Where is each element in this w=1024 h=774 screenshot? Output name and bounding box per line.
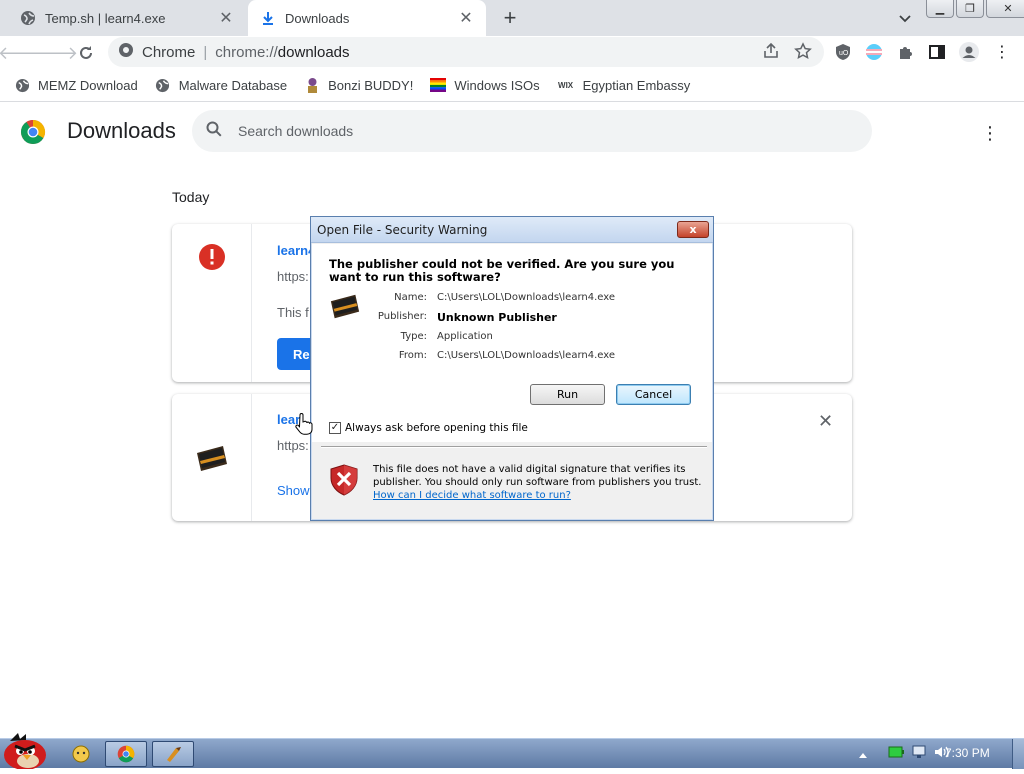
restore-button[interactable]: ❐ [956,0,984,18]
extensions-puzzle-icon[interactable] [895,41,917,63]
close-window-button[interactable]: ✕ [986,0,1024,18]
chrome-logo-icon [20,119,46,145]
field-from: From: C:\Users\LOL\Downloads\learn4.exe [398,350,616,361]
search-input[interactable] [238,123,838,139]
hand-cursor-icon [295,413,313,440]
date-section-heading: Today [172,189,210,205]
search-box [192,110,872,152]
taskbar-clock[interactable]: 7:30 PM [945,746,990,760]
download-icon [260,10,276,26]
more-actions-icon[interactable]: ⋮ [978,121,1002,145]
site-label: Chrome [142,43,196,61]
new-tab-button[interactable]: + [498,5,522,30]
ublock-icon[interactable]: uO [832,41,854,63]
bookmark-windows-isos[interactable]: Windows ISOs [430,77,540,93]
dialog-heading: The publisher could not be verified. Are… [329,257,675,284]
bookmark-star-icon[interactable] [794,42,812,64]
tab-title: Temp.sh | learn4.exe [45,10,166,26]
rainbow-flag-icon [430,77,447,93]
bookmark-bonzi-buddy[interactable]: Bonzi BUDDY! [304,77,413,93]
field-type: Type: Application [400,331,493,342]
field-publisher: Publisher: Unknown Publisher [377,311,557,324]
downloads-header: Downloads ⋮ [0,102,1024,160]
executable-file-icon [195,444,229,477]
bookmark-egyptian-embassy[interactable]: WIX Egyptian Embassy [557,77,690,93]
search-icon [206,121,222,142]
side-panel-icon[interactable] [926,41,948,63]
globe-icon [155,77,171,93]
security-dialog-taskbar-button[interactable] [152,741,194,767]
profile-avatar-icon[interactable] [958,41,980,63]
reload-button[interactable] [74,41,98,65]
svg-text:uO: uO [839,50,849,57]
globe-icon [14,77,30,93]
dialog-close-button[interactable]: x [677,221,709,238]
security-warning-dialog: Open File - Security Warning x The publi… [310,216,714,521]
show-hidden-icons-arrow-icon[interactable] [858,746,868,764]
remove-item-close-icon[interactable]: ✕ [818,411,833,432]
tab-title: Downloads [285,10,350,26]
file-status-text: This f [277,305,309,320]
close-tab-icon[interactable]: ✕ [456,8,476,28]
forward-button[interactable]: 🡒 [30,41,78,65]
tab-temp-sh[interactable]: Temp.sh | learn4.exe ✕ [8,0,246,36]
dialog-title: Open File - Security Warning [317,222,488,237]
show-desktop-button[interactable] [1012,739,1024,769]
run-button[interactable]: Run [530,384,605,405]
close-tab-icon[interactable]: ✕ [216,8,236,28]
browser-menu-icon[interactable]: ⋮ [991,41,1013,63]
error-icon [198,243,226,276]
bonzi-icon [304,77,320,93]
field-name: Name: C:\Users\LOL\Downloads\learn4.exe [394,292,616,303]
network-icon[interactable] [912,745,926,764]
wix-icon: WIX [558,80,574,90]
share-icon[interactable] [762,42,780,64]
cancel-button[interactable]: Cancel [616,384,691,405]
divider [321,446,707,448]
explorer-taskbar-icon[interactable] [70,741,92,767]
chrome-taskbar-button[interactable] [105,741,147,767]
executable-file-icon [329,292,361,324]
bookmark-malware-database[interactable]: Malware Database [155,77,287,93]
battery-icon[interactable] [888,745,904,764]
bookmark-memz[interactable]: MEMZ Download [14,77,138,93]
taskbar: 7:30 PM [0,733,1024,770]
warning-text: This file does not have a valid digital … [373,464,702,501]
chrome-site-icon [118,42,134,62]
system-tray [858,745,950,764]
help-link[interactable]: How can I decide what software to run? [373,490,571,501]
tab-search-chevron-icon[interactable] [895,8,915,28]
trans-flag-extension-icon[interactable] [863,41,885,63]
show-in-folder-link[interactable]: Show [277,483,310,498]
minimize-button[interactable]: ▁ [926,0,954,18]
url-text: chrome://downloads [215,43,350,61]
file-url[interactable]: https: [277,438,309,453]
dialog-body: The publisher could not be verified. Are… [312,244,712,442]
tab-strip: Temp.sh | learn4.exe ✕ Downloads ✕ + ▁ ❐… [0,0,1024,36]
window-controls: ▁ ❐ ✕ [926,0,1024,18]
tab-downloads[interactable]: Downloads ✕ [248,0,486,36]
security-shield-icon [330,464,358,500]
dialog-titlebar[interactable]: Open File - Security Warning [311,217,713,243]
start-button-angry-bird-icon[interactable] [0,731,50,770]
file-url[interactable]: https: [277,269,309,284]
globe-icon [20,10,36,26]
page-title: Downloads [67,118,176,143]
address-bar[interactable]: Chrome | chrome://downloads [108,37,824,67]
always-ask-checkbox[interactable]: ✓ Always ask before opening this file [329,422,528,434]
bookmarks-bar: MEMZ Download Malware Database Bonzi BUD… [0,69,1024,102]
browser-toolbar: 🡐 🡒 Chrome | chrome://downloads uO ⋮ [0,36,1024,69]
checkbox-checked-icon[interactable]: ✓ [329,422,341,434]
